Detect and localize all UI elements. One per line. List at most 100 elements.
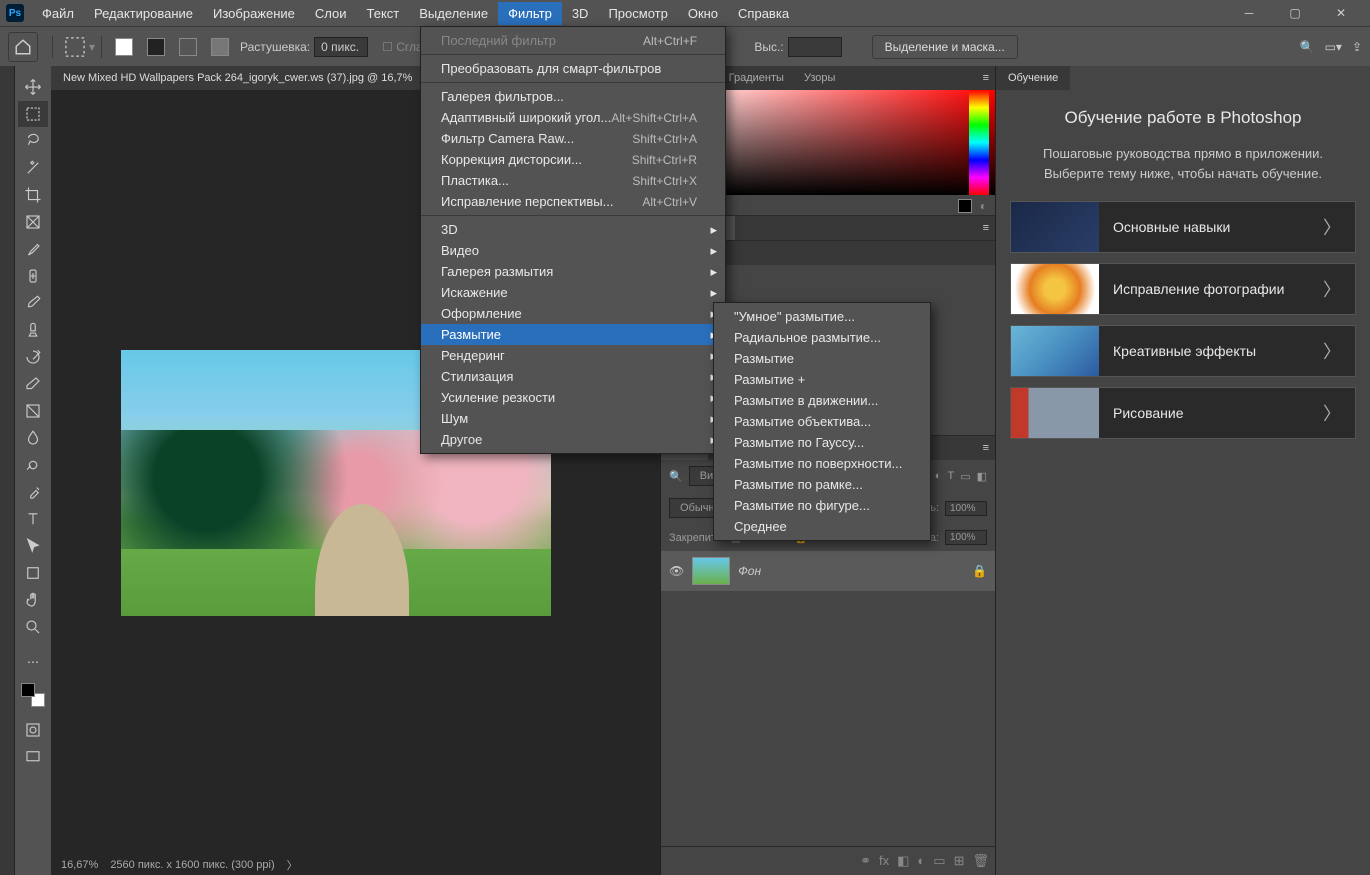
status-arrow-icon[interactable]: 〉 bbox=[287, 857, 298, 873]
panel-menu-icon[interactable]: ≡ bbox=[977, 436, 995, 460]
blur-motion[interactable]: Размытие в движении... bbox=[714, 390, 930, 411]
lesson-photo-fix[interactable]: Исправление фотографии 〉 bbox=[1010, 263, 1356, 315]
lesson-creative-fx[interactable]: Креативные эффекты 〉 bbox=[1010, 325, 1356, 377]
blur-average[interactable]: Среднее bbox=[714, 516, 930, 537]
lesson-basics[interactable]: Основные навыки 〉 bbox=[1010, 201, 1356, 253]
menu-vanishing-point[interactable]: Исправление перспективы...Alt+Ctrl+V bbox=[421, 191, 725, 212]
pen-tool[interactable] bbox=[18, 479, 48, 505]
menu-image[interactable]: Изображение bbox=[203, 2, 305, 25]
menu-edit[interactable]: Редактирование bbox=[84, 2, 203, 25]
menu-blur-gallery[interactable]: Галерея размытия▸ bbox=[421, 261, 725, 282]
menu-view[interactable]: Просмотр bbox=[598, 2, 677, 25]
close-button[interactable]: ✕ bbox=[1318, 0, 1364, 26]
menu-noise[interactable]: Шум▸ bbox=[421, 408, 725, 429]
move-tool[interactable] bbox=[18, 74, 48, 100]
menu-sharpen[interactable]: Усиление резкости▸ bbox=[421, 387, 725, 408]
selection-new-icon[interactable] bbox=[111, 34, 137, 60]
menu-text[interactable]: Текст bbox=[357, 2, 410, 25]
menu-select[interactable]: Выделение bbox=[409, 2, 498, 25]
layer-background[interactable]: 👁 Фон 🔒 bbox=[661, 551, 995, 591]
layer-fx-icon[interactable]: fx bbox=[879, 853, 889, 869]
menu-camera-raw[interactable]: Фильтр Camera Raw...Shift+Ctrl+A bbox=[421, 128, 725, 149]
gradients-tab[interactable]: Градиенты bbox=[719, 66, 794, 90]
dodge-tool[interactable] bbox=[18, 452, 48, 478]
eraser-tool[interactable] bbox=[18, 371, 48, 397]
menu-3d[interactable]: 3D bbox=[562, 2, 599, 25]
visibility-icon[interactable]: 👁 bbox=[669, 564, 684, 578]
opacity-input[interactable] bbox=[945, 501, 987, 516]
menu-help[interactable]: Справка bbox=[728, 2, 799, 25]
history-brush-tool[interactable] bbox=[18, 344, 48, 370]
menu-other[interactable]: Другое▸ bbox=[421, 429, 725, 450]
menu-stylize[interactable]: Стилизация▸ bbox=[421, 366, 725, 387]
link-layers-icon[interactable]: ⚭ bbox=[860, 853, 871, 869]
menu-file[interactable]: Файл bbox=[32, 2, 84, 25]
filter-shape-icon[interactable]: ▭ bbox=[960, 470, 970, 483]
zoom-level[interactable]: 16,67% bbox=[61, 859, 98, 871]
foreground-background-colors[interactable] bbox=[18, 682, 48, 708]
collapsed-panel-left[interactable] bbox=[0, 66, 15, 875]
menu-video[interactable]: Видео▸ bbox=[421, 240, 725, 261]
menu-adaptive-wide[interactable]: Адаптивный широкий угол...Alt+Shift+Ctrl… bbox=[421, 107, 725, 128]
frame-tool[interactable] bbox=[18, 209, 48, 235]
fill-input[interactable] bbox=[945, 530, 987, 545]
blur-basic[interactable]: Размытие bbox=[714, 348, 930, 369]
magic-wand-tool[interactable] bbox=[18, 155, 48, 181]
hand-tool[interactable] bbox=[18, 587, 48, 613]
panel-menu-icon[interactable]: ≡ bbox=[977, 216, 995, 240]
menu-window[interactable]: Окно bbox=[678, 2, 728, 25]
color-slider-icon[interactable]: ◐ bbox=[980, 199, 987, 213]
feather-input[interactable] bbox=[314, 37, 368, 57]
selection-add-icon[interactable] bbox=[143, 34, 169, 60]
type-tool[interactable] bbox=[18, 506, 48, 532]
filter-type-icon[interactable]: T bbox=[947, 470, 954, 482]
lasso-tool[interactable] bbox=[18, 128, 48, 154]
blur-tool[interactable] bbox=[18, 425, 48, 451]
hue-slider[interactable] bbox=[969, 90, 989, 195]
menu-render[interactable]: Рендеринг▸ bbox=[421, 345, 725, 366]
document-tab[interactable]: New Mixed HD Wallpapers Pack 264_igoryk_… bbox=[51, 66, 441, 90]
adjustment-layer-icon[interactable]: ◐ bbox=[917, 853, 925, 869]
menu-filter[interactable]: Фильтр bbox=[498, 2, 562, 25]
patterns-tab[interactable]: Узоры bbox=[794, 66, 845, 90]
learning-tab[interactable]: Обучение bbox=[996, 66, 1070, 90]
menu-stylize-design[interactable]: Оформление▸ bbox=[421, 303, 725, 324]
layer-thumbnail[interactable] bbox=[692, 557, 730, 585]
path-selection-tool[interactable] bbox=[18, 533, 48, 559]
blur-gaussian[interactable]: Размытие по Гауссу... bbox=[714, 432, 930, 453]
maximize-button[interactable]: ▢ bbox=[1272, 0, 1318, 26]
blur-surface[interactable]: Размытие по поверхности... bbox=[714, 453, 930, 474]
blur-radial[interactable]: Радиальное размытие... bbox=[714, 327, 930, 348]
height-input[interactable] bbox=[788, 37, 842, 57]
brush-tool[interactable] bbox=[18, 290, 48, 316]
menu-distort[interactable]: Искажение▸ bbox=[421, 282, 725, 303]
blur-more[interactable]: Размытие + bbox=[714, 369, 930, 390]
stamp-tool[interactable] bbox=[18, 317, 48, 343]
share-icon[interactable]: ⇪ bbox=[1352, 40, 1362, 54]
menu-lens-correction[interactable]: Коррекция дисторсии...Shift+Ctrl+R bbox=[421, 149, 725, 170]
blur-smart[interactable]: "Умное" размытие... bbox=[714, 306, 930, 327]
marquee-tool[interactable] bbox=[18, 101, 48, 127]
screenmode-tool[interactable] bbox=[18, 744, 48, 770]
selection-subtract-icon[interactable] bbox=[175, 34, 201, 60]
menu-layers[interactable]: Слои bbox=[305, 2, 357, 25]
layer-name[interactable]: Фон bbox=[738, 564, 761, 578]
crop-tool[interactable] bbox=[18, 182, 48, 208]
menu-convert-smart[interactable]: Преобразовать для смарт-фильтров bbox=[421, 58, 725, 79]
more-tools[interactable]: ⋯ bbox=[18, 649, 48, 675]
filter-smart-icon[interactable]: ◧ bbox=[977, 470, 987, 483]
menu-3d[interactable]: 3D▸ bbox=[421, 219, 725, 240]
select-mask-button[interactable]: Выделение и маска... bbox=[872, 35, 1018, 59]
delete-layer-icon[interactable]: 🗑 bbox=[972, 853, 989, 869]
search-icon[interactable]: 🔍 bbox=[1300, 40, 1315, 54]
layer-mask-icon[interactable]: ◧ bbox=[897, 853, 909, 869]
menu-last-filter[interactable]: Последний фильтрAlt+Ctrl+F bbox=[421, 30, 725, 51]
minimize-button[interactable]: ─ bbox=[1226, 0, 1272, 26]
layer-group-icon[interactable]: ▭ bbox=[933, 853, 945, 869]
menu-filter-gallery[interactable]: Галерея фильтров... bbox=[421, 86, 725, 107]
blur-lens[interactable]: Размытие объектива... bbox=[714, 411, 930, 432]
eyedropper-tool[interactable] bbox=[18, 236, 48, 262]
quickmask-tool[interactable] bbox=[18, 717, 48, 743]
lesson-drawing[interactable]: Рисование 〉 bbox=[1010, 387, 1356, 439]
color-swatch-fg[interactable] bbox=[958, 199, 972, 213]
